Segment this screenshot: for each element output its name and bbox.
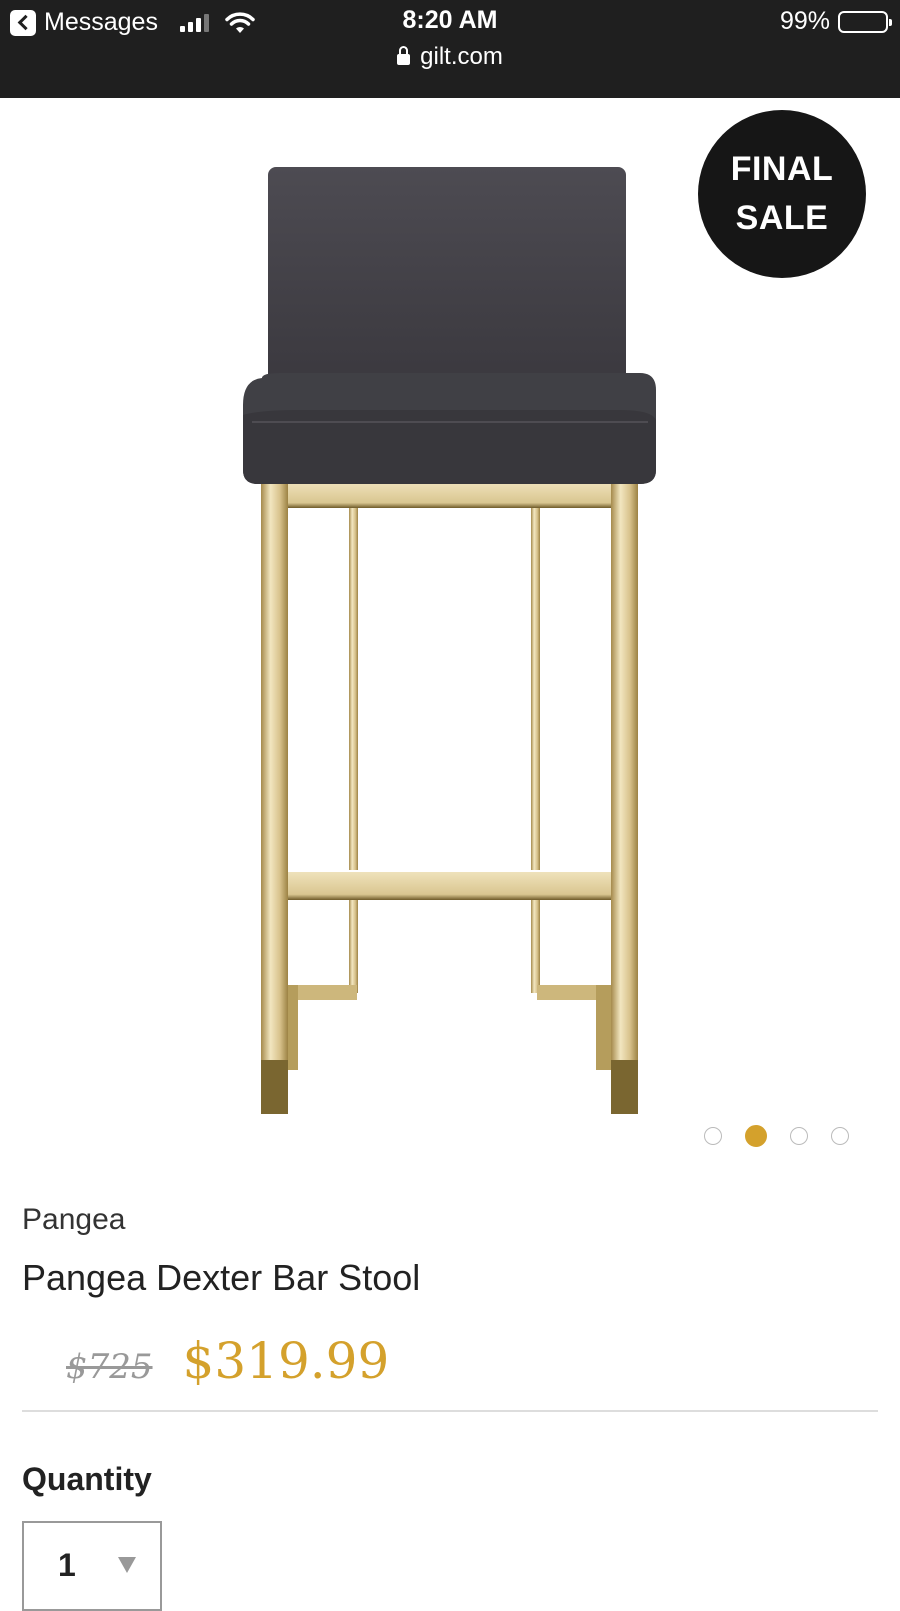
clock: 8:20 AM: [402, 6, 498, 34]
battery-percent: 99%: [779, 7, 830, 35]
pagination-dot[interactable]: [831, 1127, 849, 1145]
product-title: Pangea Dexter Bar Stool: [22, 1257, 421, 1298]
dropdown-arrow-icon: [118, 1557, 136, 1573]
divider: [22, 1410, 878, 1412]
image-pagination: [704, 1125, 849, 1147]
url-text: gilt.com: [420, 43, 503, 70]
sale-price: $319.99: [182, 1332, 390, 1390]
price-row: $725 $319.99: [66, 1332, 389, 1390]
battery-icon: [838, 10, 892, 33]
address-bar[interactable]: gilt.com: [0, 43, 900, 71]
status-bar: Messages 8:20 AM gilt.com 99%: [0, 0, 900, 98]
badge-line-1: FINAL: [730, 150, 834, 188]
pagination-dot-active[interactable]: [745, 1125, 767, 1147]
pagination-dot[interactable]: [704, 1127, 722, 1145]
final-sale-badge: FINAL SALE: [698, 110, 866, 278]
quantity-value: 1: [58, 1547, 76, 1583]
battery-status: 99%: [779, 7, 892, 36]
quantity-select[interactable]: 1: [22, 1521, 162, 1611]
quantity-label: Quantity: [22, 1461, 152, 1497]
pagination-dot[interactable]: [790, 1127, 808, 1145]
original-price: $725: [66, 1347, 153, 1387]
lock-icon: [397, 46, 411, 65]
badge-line-2: SALE: [735, 199, 829, 237]
product-brand[interactable]: Pangea: [22, 1203, 125, 1237]
